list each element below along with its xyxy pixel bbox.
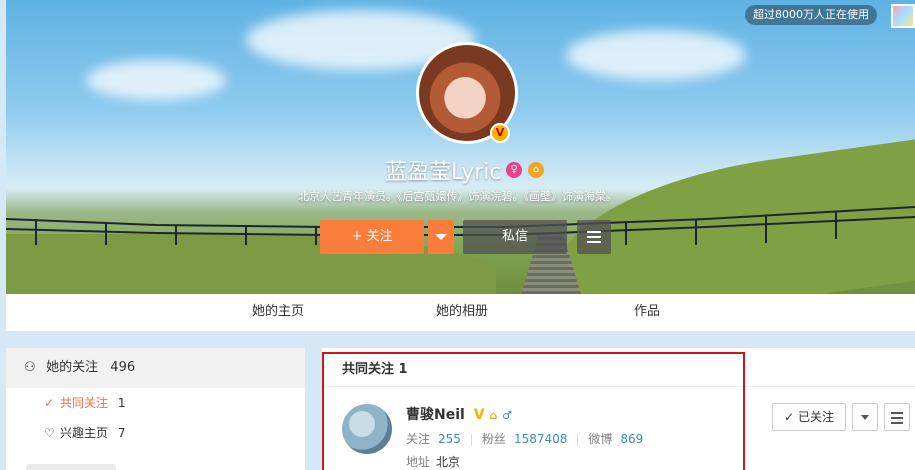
profile-tabs: 她的主页 她的相册 作品	[6, 294, 915, 332]
sidebar-item-count: 1	[117, 396, 126, 410]
vip-house-icon: ⌂	[528, 162, 544, 178]
followed-label: 已关注	[797, 410, 834, 424]
verified-badge-icon: V	[490, 123, 510, 143]
message-button[interactable]: 私信	[463, 220, 567, 254]
user-menu-button[interactable]	[884, 403, 910, 431]
profile-bio: 北京人艺青年演员。《后宫甄嬛传》饰演浣碧。《画壁》饰演海棠。	[298, 190, 617, 203]
profile-name: 蓝盈莹Lyric	[385, 160, 502, 185]
sidebar-head-label: 她的关注	[46, 360, 99, 375]
heart-icon: ♡	[44, 426, 55, 440]
sidebar-item-label: 共同关注	[60, 396, 109, 410]
sidebar-head-count: 496	[110, 360, 136, 375]
sidebar-item-interest[interactable]: ♡ 兴趣主页 7	[6, 418, 305, 448]
sidebar-item-label: 兴趣主页	[60, 426, 109, 440]
user-dropdown-button[interactable]	[852, 403, 878, 431]
follow-button[interactable]: + 关注	[320, 220, 424, 254]
usage-badge: 超过8000万人正在使用	[745, 5, 877, 25]
sidebar-item-count: 7	[117, 426, 126, 440]
tab-home[interactable]: 她的主页	[252, 294, 304, 330]
sidebar-next-item-placeholder	[26, 464, 116, 470]
sidebar-follow-header[interactable]: ⚇ 她的关注 496	[6, 348, 305, 388]
chevron-down-icon	[861, 415, 869, 420]
menu-icon	[891, 411, 903, 424]
users-icon: ⚇	[24, 360, 36, 375]
tab-works[interactable]: 作品	[634, 294, 660, 330]
checkmark-icon: ✓	[784, 410, 795, 424]
chevron-down-icon	[435, 233, 447, 240]
checkmark-icon: ✓	[44, 396, 55, 410]
sidebar: ⚇ 她的关注 496 ✓ 共同关注 1 ♡ 兴趣主页 7	[6, 348, 305, 470]
follow-dropdown-button[interactable]	[428, 220, 454, 254]
sidebar-item-common[interactable]: ✓ 共同关注 1	[6, 388, 305, 418]
menu-icon	[587, 230, 601, 243]
skin-icon[interactable]	[891, 4, 915, 28]
more-menu-button[interactable]	[577, 220, 611, 254]
tab-album[interactable]: 她的相册	[436, 294, 488, 330]
followed-button[interactable]: ✓ 已关注	[772, 403, 846, 431]
highlight-box	[322, 352, 745, 470]
female-icon: ♀	[506, 162, 522, 178]
